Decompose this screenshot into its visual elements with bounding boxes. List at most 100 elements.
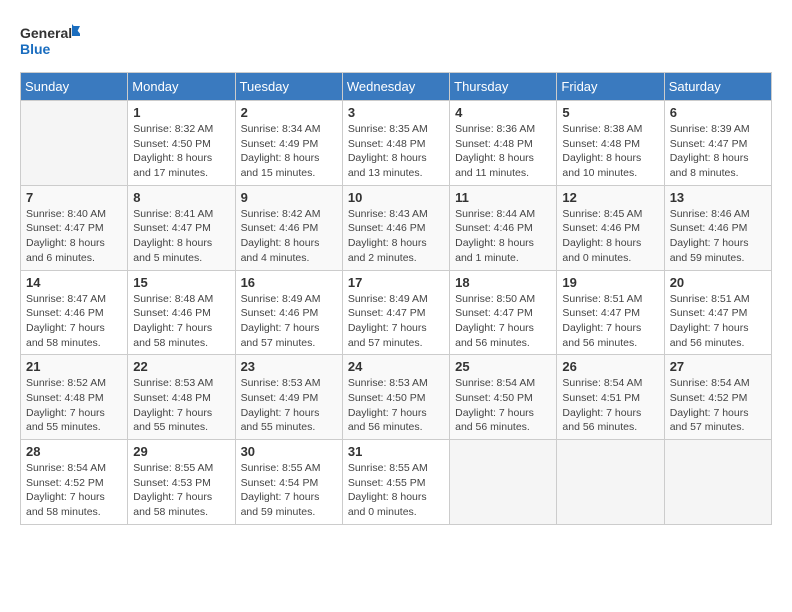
day-number: 21 bbox=[26, 359, 122, 374]
calendar-cell bbox=[450, 440, 557, 525]
day-info: Sunrise: 8:32 AM Sunset: 4:50 PM Dayligh… bbox=[133, 122, 229, 181]
day-number: 20 bbox=[670, 275, 766, 290]
calendar-cell: 17Sunrise: 8:49 AM Sunset: 4:47 PM Dayli… bbox=[342, 270, 449, 355]
column-header-saturday: Saturday bbox=[664, 73, 771, 101]
day-number: 8 bbox=[133, 190, 229, 205]
column-header-tuesday: Tuesday bbox=[235, 73, 342, 101]
day-number: 6 bbox=[670, 105, 766, 120]
calendar-cell: 27 Sunrise: 8:54 AM Sunset: 4:52 PM Dayli… bbox=[664, 355, 771, 440]
calendar-cell: 20Sunrise: 8:51 AM Sunset: 4:47 PM Dayli… bbox=[664, 270, 771, 355]
calendar-cell: 30 Sunrise: 8:55 AM Sunset: 4:54 PM Dayli… bbox=[235, 440, 342, 525]
day-info: Sunrise: 8:49 AM Sunset: 4:46 PM Dayligh… bbox=[241, 292, 337, 351]
day-info: Sunrise: 8:54 AM Sunset: 4:52 PM Dayligh… bbox=[26, 461, 122, 520]
day-info: Sunrise: 8:53 AM Sunset: 4:50 PM Dayligh… bbox=[348, 376, 444, 435]
day-info: Sunrise: 8:46 AM Sunset: 4:46 PM Dayligh… bbox=[670, 207, 766, 266]
calendar-cell: 7Sunrise: 8:40 AM Sunset: 4:47 PM Daylig… bbox=[21, 185, 128, 270]
week-row-1: 1 Sunrise: 8:32 AM Sunset: 4:50 PM Daylig… bbox=[21, 101, 772, 186]
calendar-cell: 3 Sunrise: 8:35 AM Sunset: 4:48 PM Daylig… bbox=[342, 101, 449, 186]
calendar-cell: 15Sunrise: 8:48 AM Sunset: 4:46 PM Dayli… bbox=[128, 270, 235, 355]
column-header-monday: Monday bbox=[128, 73, 235, 101]
day-number: 11 bbox=[455, 190, 551, 205]
calendar-table: SundayMondayTuesdayWednesdayThursdayFrid… bbox=[20, 72, 772, 525]
day-info: Sunrise: 8:54 AM Sunset: 4:52 PM Dayligh… bbox=[670, 376, 766, 435]
column-header-sunday: Sunday bbox=[21, 73, 128, 101]
day-number: 9 bbox=[241, 190, 337, 205]
day-number: 23 bbox=[241, 359, 337, 374]
day-info: Sunrise: 8:35 AM Sunset: 4:48 PM Dayligh… bbox=[348, 122, 444, 181]
calendar-cell: 13 Sunrise: 8:46 AM Sunset: 4:46 PM Dayli… bbox=[664, 185, 771, 270]
day-number: 5 bbox=[562, 105, 658, 120]
calendar-cell: 29 Sunrise: 8:55 AM Sunset: 4:53 PM Dayli… bbox=[128, 440, 235, 525]
calendar-cell: 11 Sunrise: 8:44 AM Sunset: 4:46 PM Dayli… bbox=[450, 185, 557, 270]
day-number: 1 bbox=[133, 105, 229, 120]
calendar-cell: 24Sunrise: 8:53 AM Sunset: 4:50 PM Dayli… bbox=[342, 355, 449, 440]
day-info: Sunrise: 8:53 AM Sunset: 4:48 PM Dayligh… bbox=[133, 376, 229, 435]
calendar-cell: 28 Sunrise: 8:54 AM Sunset: 4:52 PM Dayli… bbox=[21, 440, 128, 525]
column-header-thursday: Thursday bbox=[450, 73, 557, 101]
calendar-cell: 25 Sunrise: 8:54 AM Sunset: 4:50 PM Dayli… bbox=[450, 355, 557, 440]
day-number: 4 bbox=[455, 105, 551, 120]
day-number: 25 bbox=[455, 359, 551, 374]
day-info: Sunrise: 8:47 AM Sunset: 4:46 PM Dayligh… bbox=[26, 292, 122, 351]
day-number: 10 bbox=[348, 190, 444, 205]
calendar-cell: 21 Sunrise: 8:52 AM Sunset: 4:48 PM Dayli… bbox=[21, 355, 128, 440]
calendar-cell: 31 Sunrise: 8:55 AM Sunset: 4:55 PM Dayli… bbox=[342, 440, 449, 525]
svg-text:General: General bbox=[20, 25, 72, 41]
day-info: Sunrise: 8:55 AM Sunset: 4:53 PM Dayligh… bbox=[133, 461, 229, 520]
calendar-cell: 2Sunrise: 8:34 AM Sunset: 4:49 PM Daylig… bbox=[235, 101, 342, 186]
day-number: 18 bbox=[455, 275, 551, 290]
day-number: 30 bbox=[241, 444, 337, 459]
day-info: Sunrise: 8:44 AM Sunset: 4:46 PM Dayligh… bbox=[455, 207, 551, 266]
day-info: Sunrise: 8:51 AM Sunset: 4:47 PM Dayligh… bbox=[562, 292, 658, 351]
day-info: Sunrise: 8:45 AM Sunset: 4:46 PM Dayligh… bbox=[562, 207, 658, 266]
day-number: 29 bbox=[133, 444, 229, 459]
week-row-2: 7Sunrise: 8:40 AM Sunset: 4:47 PM Daylig… bbox=[21, 185, 772, 270]
calendar-cell: 9 Sunrise: 8:42 AM Sunset: 4:46 PM Daylig… bbox=[235, 185, 342, 270]
day-number: 15 bbox=[133, 275, 229, 290]
calendar-cell bbox=[21, 101, 128, 186]
calendar-cell: 19Sunrise: 8:51 AM Sunset: 4:47 PM Dayli… bbox=[557, 270, 664, 355]
calendar-cell: 10 Sunrise: 8:43 AM Sunset: 4:46 PM Dayli… bbox=[342, 185, 449, 270]
calendar-cell bbox=[664, 440, 771, 525]
day-info: Sunrise: 8:55 AM Sunset: 4:54 PM Dayligh… bbox=[241, 461, 337, 520]
day-info: Sunrise: 8:54 AM Sunset: 4:50 PM Dayligh… bbox=[455, 376, 551, 435]
day-number: 28 bbox=[26, 444, 122, 459]
day-info: Sunrise: 8:55 AM Sunset: 4:55 PM Dayligh… bbox=[348, 461, 444, 520]
day-number: 31 bbox=[348, 444, 444, 459]
day-info: Sunrise: 8:53 AM Sunset: 4:49 PM Dayligh… bbox=[241, 376, 337, 435]
calendar-cell: 16Sunrise: 8:49 AM Sunset: 4:46 PM Dayli… bbox=[235, 270, 342, 355]
calendar-cell: 5 Sunrise: 8:38 AM Sunset: 4:48 PM Daylig… bbox=[557, 101, 664, 186]
calendar-cell: 22Sunrise: 8:53 AM Sunset: 4:48 PM Dayli… bbox=[128, 355, 235, 440]
week-row-3: 14Sunrise: 8:47 AM Sunset: 4:46 PM Dayli… bbox=[21, 270, 772, 355]
day-info: Sunrise: 8:54 AM Sunset: 4:51 PM Dayligh… bbox=[562, 376, 658, 435]
day-info: Sunrise: 8:36 AM Sunset: 4:48 PM Dayligh… bbox=[455, 122, 551, 181]
day-number: 12 bbox=[562, 190, 658, 205]
day-info: Sunrise: 8:43 AM Sunset: 4:46 PM Dayligh… bbox=[348, 207, 444, 266]
calendar-header-row: SundayMondayTuesdayWednesdayThursdayFrid… bbox=[21, 73, 772, 101]
logo: General Blue bbox=[20, 20, 80, 62]
day-number: 13 bbox=[670, 190, 766, 205]
calendar-cell: 6 Sunrise: 8:39 AM Sunset: 4:47 PM Daylig… bbox=[664, 101, 771, 186]
day-info: Sunrise: 8:39 AM Sunset: 4:47 PM Dayligh… bbox=[670, 122, 766, 181]
day-info: Sunrise: 8:49 AM Sunset: 4:47 PM Dayligh… bbox=[348, 292, 444, 351]
calendar-cell: 18Sunrise: 8:50 AM Sunset: 4:47 PM Dayli… bbox=[450, 270, 557, 355]
page-header: General Blue bbox=[20, 20, 772, 62]
day-number: 27 bbox=[670, 359, 766, 374]
calendar-cell bbox=[557, 440, 664, 525]
calendar-cell: 12 Sunrise: 8:45 AM Sunset: 4:46 PM Dayli… bbox=[557, 185, 664, 270]
column-header-wednesday: Wednesday bbox=[342, 73, 449, 101]
day-number: 2 bbox=[241, 105, 337, 120]
calendar-cell: 4 Sunrise: 8:36 AM Sunset: 4:48 PM Daylig… bbox=[450, 101, 557, 186]
day-number: 26 bbox=[562, 359, 658, 374]
week-row-5: 28 Sunrise: 8:54 AM Sunset: 4:52 PM Dayli… bbox=[21, 440, 772, 525]
svg-text:Blue: Blue bbox=[20, 41, 51, 57]
column-header-friday: Friday bbox=[557, 73, 664, 101]
day-info: Sunrise: 8:41 AM Sunset: 4:47 PM Dayligh… bbox=[133, 207, 229, 266]
day-info: Sunrise: 8:52 AM Sunset: 4:48 PM Dayligh… bbox=[26, 376, 122, 435]
calendar-cell: 26 Sunrise: 8:54 AM Sunset: 4:51 PM Dayli… bbox=[557, 355, 664, 440]
day-info: Sunrise: 8:42 AM Sunset: 4:46 PM Dayligh… bbox=[241, 207, 337, 266]
day-info: Sunrise: 8:40 AM Sunset: 4:47 PM Dayligh… bbox=[26, 207, 122, 266]
calendar-cell: 14Sunrise: 8:47 AM Sunset: 4:46 PM Dayli… bbox=[21, 270, 128, 355]
day-number: 3 bbox=[348, 105, 444, 120]
day-info: Sunrise: 8:38 AM Sunset: 4:48 PM Dayligh… bbox=[562, 122, 658, 181]
